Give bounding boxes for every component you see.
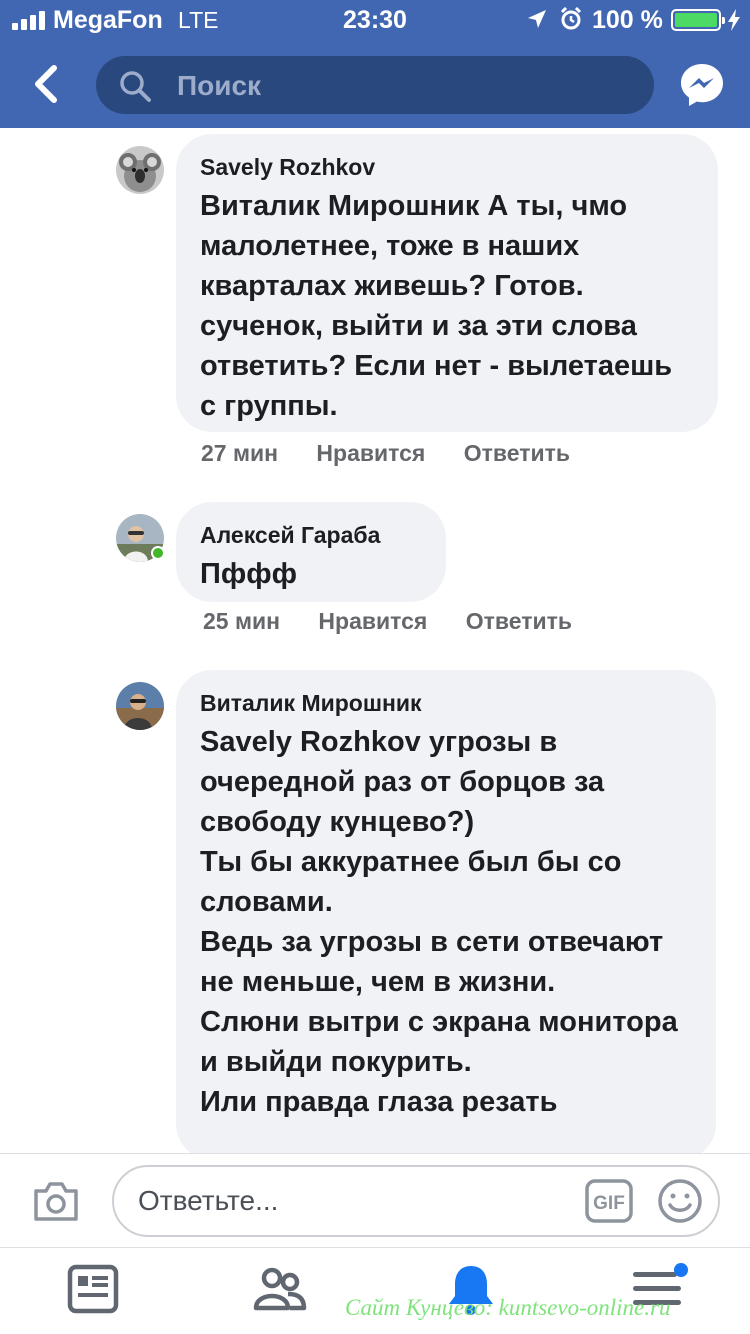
comment-actions: 25 мин Нравится Ответить — [203, 608, 604, 635]
comment-time: 25 мин — [203, 608, 281, 634]
back-chevron-icon[interactable] — [28, 64, 68, 104]
reply-button[interactable]: Ответить — [464, 440, 570, 466]
status-bar: MegaFon LTE 23:30 100 % — [0, 0, 750, 40]
like-button[interactable]: Нравится — [318, 608, 427, 634]
comment-body: А ты, чмо малолетнее, тоже в наших кварт… — [200, 190, 673, 422]
comment-bubble: Алексей Гараба Пффф — [176, 502, 446, 602]
news-feed-icon[interactable] — [63, 1262, 123, 1316]
reply-placeholder: Ответьте... — [138, 1185, 279, 1216]
comment-text: Виталик Мирошник А ты, чмо малолетнее, т… — [200, 186, 694, 426]
location-arrow-icon — [528, 10, 546, 28]
alarm-clock-icon — [560, 7, 582, 30]
search-icon — [120, 71, 151, 102]
comment-text: Savely Rozhkov угрозы в очередной раз от… — [200, 722, 692, 1122]
comment-bubble: Savely Rozhkov Виталик Мирошник А ты, чм… — [176, 134, 718, 432]
battery-percentage: 100 % — [592, 6, 663, 34]
comment-bubble: Виталик Мирошник Savely Rozhkov угрозы в… — [176, 670, 716, 1160]
emoji-icon[interactable] — [656, 1177, 704, 1225]
comment-body: Пффф — [200, 558, 297, 590]
comment-body: угрозы в очередной раз от борцов за своб… — [200, 726, 678, 1118]
comment-author[interactable]: Алексей Гараба — [200, 520, 422, 550]
avatar-savely-rozhkov[interactable] — [116, 146, 164, 194]
search-bar[interactable]: Поиск — [96, 56, 654, 114]
battery-icon — [671, 9, 725, 31]
friends-icon[interactable] — [250, 1262, 310, 1316]
menu-notification-badge — [674, 1263, 688, 1277]
camera-icon[interactable] — [32, 1179, 80, 1223]
gif-label: GIF — [593, 1193, 625, 1214]
gif-icon[interactable]: GIF — [584, 1177, 634, 1225]
charging-bolt-icon — [728, 9, 740, 31]
comment-author[interactable]: Виталик Мирошник — [200, 688, 692, 718]
reply-bar: Ответьте... GIF — [0, 1153, 750, 1247]
comment-actions: 27 мин Нравится Ответить — [201, 440, 602, 467]
online-status-badge — [151, 546, 165, 560]
reply-button[interactable]: Ответить — [466, 608, 572, 634]
comment-author[interactable]: Savely Rozhkov — [200, 152, 694, 182]
like-button[interactable]: Нравится — [316, 440, 425, 466]
comment-mention[interactable]: Savely Rozhkov — [200, 726, 421, 758]
top-bar: MegaFon LTE 23:30 100 % Поиск — [0, 0, 750, 128]
reply-input[interactable]: Ответьте... GIF — [112, 1165, 720, 1237]
site-watermark: Сайт Кунцево: kuntsevo-online.ru — [345, 1295, 671, 1320]
comment-mention[interactable]: Виталик Мирошник — [200, 190, 479, 222]
messenger-icon[interactable] — [678, 61, 726, 109]
comment-time: 27 мин — [201, 440, 279, 466]
search-placeholder: Поиск — [177, 70, 262, 101]
avatar-vitalik-miroshnik[interactable] — [116, 682, 164, 730]
